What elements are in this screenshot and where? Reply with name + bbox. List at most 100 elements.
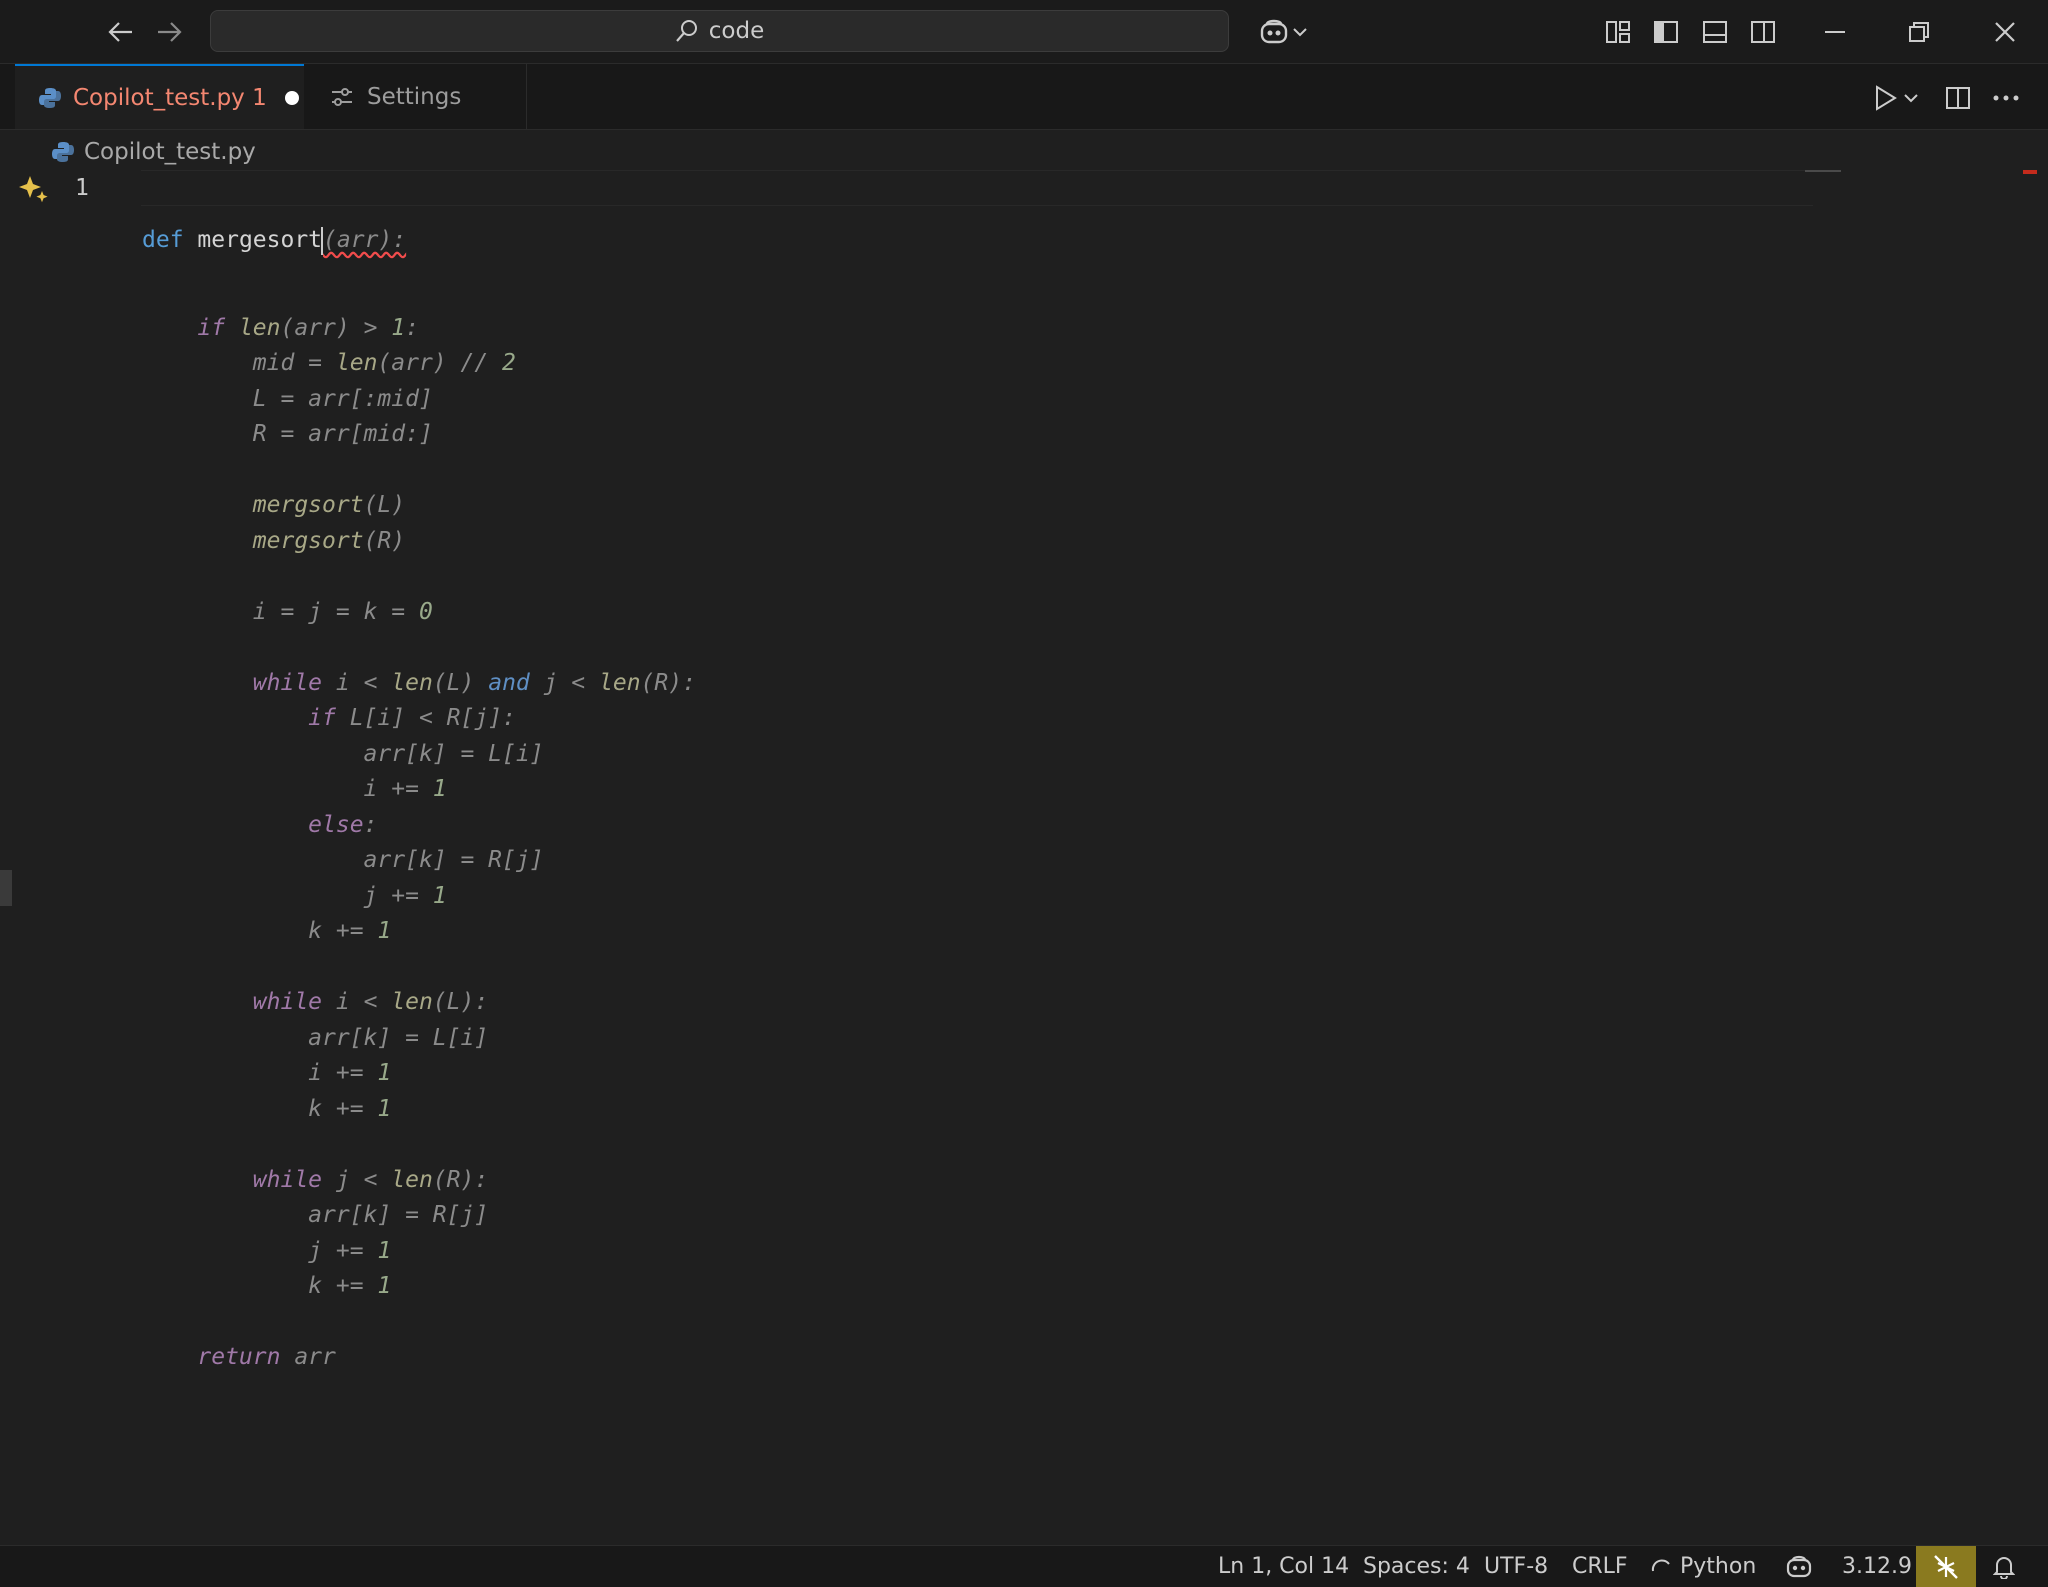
code-token: R = arr[mid:]	[142, 421, 433, 447]
ghost-code-line: j += 1	[142, 878, 696, 914]
debug-disabled-icon	[1934, 1554, 1958, 1579]
code-token: 1	[377, 1237, 392, 1264]
code-token: while	[252, 1166, 323, 1193]
code-token: mid =	[142, 350, 336, 376]
chevron-down-icon	[1293, 28, 1307, 37]
command-center-search[interactable]: code	[210, 10, 1229, 52]
code-content[interactable]: def mergesort(arr): if len(arr) > 1: mid…	[142, 170, 696, 1427]
code-token: arr[k] = L[i]	[142, 740, 544, 767]
ghost-code-line: while j < len(R):	[142, 1162, 696, 1198]
minimap-indicator	[1805, 170, 1841, 172]
code-token: k +=	[142, 918, 378, 944]
code-token: L[i] < R[j]:	[335, 705, 516, 731]
copilot-sparkle-icon[interactable]	[19, 174, 49, 204]
ghost-code-line	[142, 1304, 696, 1340]
code-token: (L):	[432, 989, 489, 1015]
code-token: i <	[322, 669, 392, 696]
ghost-code-line: j += 1	[142, 1233, 696, 1269]
code-token: return	[197, 1344, 281, 1370]
copilot-menu-button[interactable]	[1253, 14, 1313, 50]
code-token: i <	[322, 989, 392, 1015]
tab-label: Settings	[367, 83, 462, 110]
code-token: k +=	[142, 1273, 378, 1299]
restore-icon[interactable]	[1901, 14, 1937, 50]
cursor-position-text: Ln 1, Col 14	[1218, 1554, 1350, 1579]
braces-loading-icon	[1651, 1559, 1670, 1571]
minimize-icon[interactable]	[1817, 14, 1853, 50]
code-token: (R)	[363, 527, 406, 554]
python-version-text: 3.12.9	[1842, 1554, 1912, 1579]
code-token: :	[363, 811, 378, 838]
code-token: if	[308, 705, 336, 731]
code-token: (R):	[640, 669, 696, 696]
no-debug-indicator[interactable]	[1916, 1546, 1976, 1587]
ghost-code-line: if L[i] < R[j]:	[142, 700, 696, 736]
ghost-code-line: arr[k] = R[j]	[142, 842, 696, 878]
code-token: mergsort	[252, 492, 364, 518]
tab-copilot-test-py[interactable]: Copilot_test.py 1	[15, 64, 304, 129]
copilot-icon	[1786, 1555, 1812, 1577]
forward-arrow-icon[interactable]	[151, 14, 187, 50]
ghost-code-line: if len(arr) > 1:	[142, 310, 696, 346]
ghost-code-line: mergsort(R)	[142, 523, 696, 559]
ghost-code-line: arr[k] = L[i]	[142, 736, 696, 772]
ghost-code-line: mergsort(L)	[142, 487, 696, 523]
code-token: arr	[280, 1344, 336, 1370]
code-line-1: def mergesort(arr):	[142, 222, 696, 258]
unsaved-dot-icon[interactable]	[284, 90, 299, 105]
code-token: j +=	[142, 1237, 378, 1264]
code-editor[interactable]: 1 def mergesort(arr): if len(arr) > 1: m…	[15, 170, 2015, 1545]
run-python-file-button[interactable]	[1866, 80, 1926, 116]
title-bar: code	[0, 0, 2048, 64]
ghost-code-line: arr[k] = L[i]	[142, 1020, 696, 1056]
notifications-bell[interactable]	[1993, 1546, 2015, 1587]
code-token: len	[391, 1166, 433, 1193]
code-token: i = j = k =	[142, 598, 419, 625]
code-token: (arr) >	[280, 314, 392, 341]
function-name: mergesort	[197, 227, 323, 253]
close-icon[interactable]	[1987, 14, 2023, 50]
ghost-code-line: L = arr[:mid]	[142, 381, 696, 417]
python-file-icon	[52, 142, 74, 162]
cursor-position[interactable]: Ln 1, Col 14	[1218, 1546, 1349, 1587]
code-token: i +=	[142, 1060, 378, 1086]
split-editor-icon[interactable]	[1940, 80, 1976, 116]
chevron-down-icon	[1904, 94, 1918, 103]
toggle-panel-icon[interactable]	[1697, 14, 1733, 50]
toggle-primary-sidebar-icon[interactable]	[1648, 14, 1684, 50]
eol-status[interactable]: CRLF	[1572, 1546, 1628, 1587]
tab-settings[interactable]: Settings	[305, 64, 527, 129]
ghost-code-line: i += 1	[142, 1055, 696, 1091]
indentation-status[interactable]: Spaces: 4	[1363, 1546, 1470, 1587]
copilot-status[interactable]	[1786, 1546, 1814, 1587]
encoding-status[interactable]: UTF-8	[1484, 1546, 1548, 1587]
code-token: 1	[377, 1060, 392, 1086]
code-token: len	[238, 314, 281, 341]
line-number: 1	[75, 175, 89, 201]
scrollbar-error-marker[interactable]	[2023, 170, 2037, 174]
code-token: while	[252, 989, 323, 1015]
customize-layout-icon[interactable]	[1600, 14, 1636, 50]
ghost-code-line: else:	[142, 807, 696, 843]
python-version[interactable]: 3.12.9	[1842, 1546, 1912, 1587]
sash-handle[interactable]	[0, 870, 12, 906]
ghost-code-line: k += 1	[142, 913, 696, 949]
more-actions-icon[interactable]	[1988, 80, 2024, 116]
toggle-secondary-sidebar-icon[interactable]	[1745, 14, 1781, 50]
ghost-code-line	[142, 1126, 696, 1162]
back-arrow-icon[interactable]	[103, 14, 139, 50]
language-text: Python	[1680, 1554, 1757, 1579]
breadcrumb[interactable]: Copilot_test.py	[52, 134, 256, 170]
code-token: 1	[377, 1273, 392, 1299]
language-mode[interactable]: Python	[1650, 1546, 1756, 1587]
code-token: arr[k] = R[j]	[142, 1202, 489, 1228]
code-token: and	[488, 669, 530, 696]
ghost-code-line: mid = len(arr) // 2	[142, 345, 696, 381]
